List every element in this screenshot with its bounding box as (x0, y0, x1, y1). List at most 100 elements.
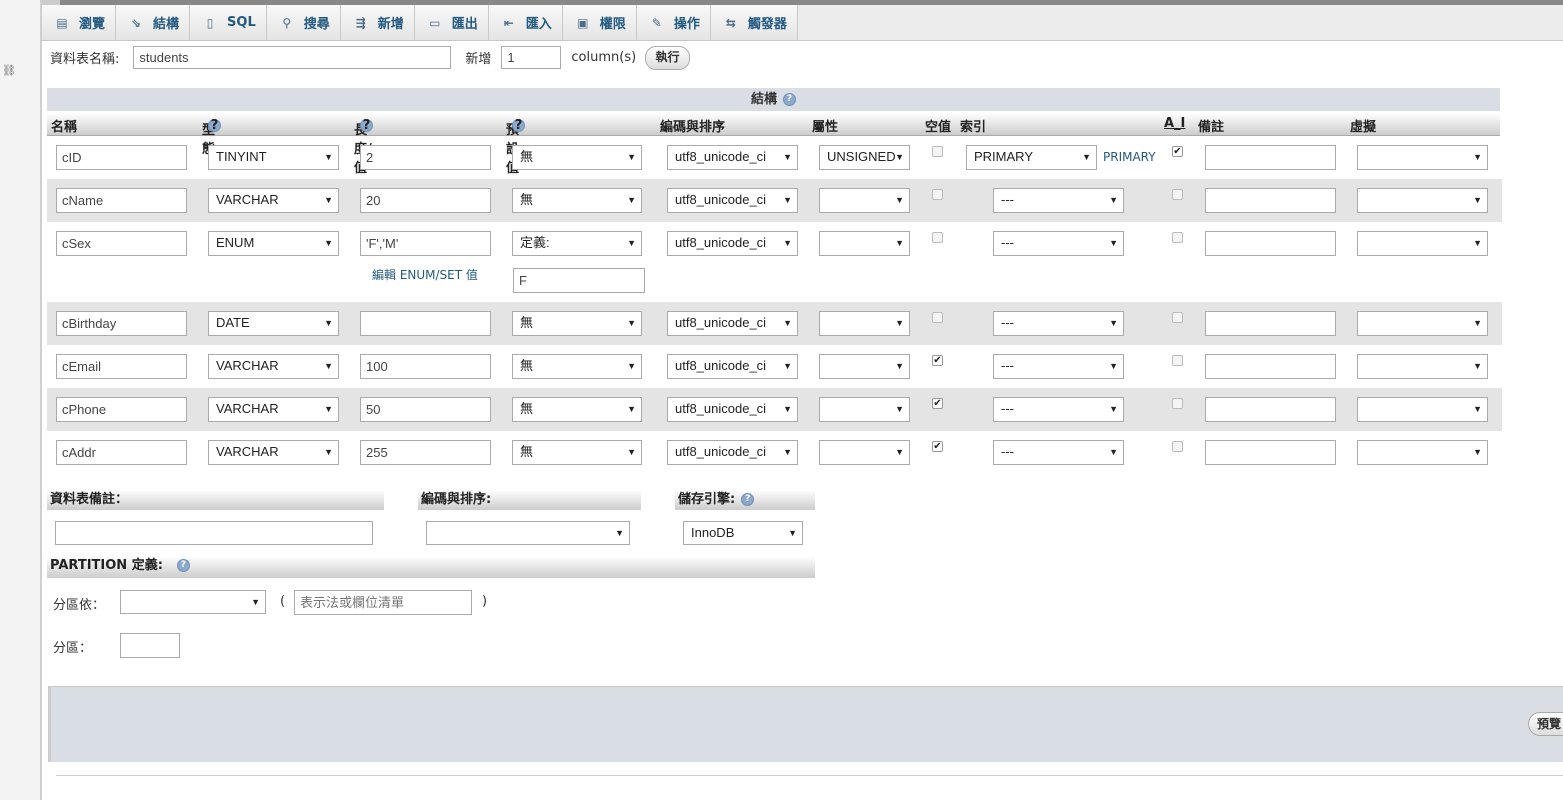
column-name-input[interactable] (56, 354, 187, 379)
column-index-select[interactable]: PRIMARY (966, 145, 1097, 170)
column-type-select[interactable]: VARCHAR (208, 354, 339, 379)
column-index-select[interactable]: --- (993, 231, 1124, 256)
column-comment-input[interactable] (1205, 354, 1336, 379)
column-default-select[interactable]: 無 (512, 311, 642, 336)
column-virtual-select[interactable] (1357, 231, 1488, 256)
column-null-checkbox[interactable] (932, 189, 943, 200)
column-virtual-select[interactable] (1357, 397, 1488, 422)
column-length-input[interactable] (360, 397, 491, 422)
column-comment-input[interactable] (1205, 397, 1336, 422)
table-comment-input[interactable] (55, 521, 373, 545)
column-name-input[interactable] (56, 397, 187, 422)
help-icon[interactable]: ? (208, 119, 221, 132)
column-attributes-select[interactable] (819, 231, 910, 256)
column-collation-select[interactable]: utf8_unicode_ci (667, 311, 798, 336)
column-length-input[interactable] (360, 440, 491, 465)
preview-sql-button[interactable]: 預覽 (1528, 712, 1563, 736)
column-comment-input[interactable] (1205, 145, 1336, 170)
add-columns-count-input[interactable] (501, 46, 562, 69)
tab-export[interactable]: ▭ 匯出 (414, 5, 489, 40)
column-name-input[interactable] (56, 440, 187, 465)
edit-enum-set-link[interactable]: 編輯 ENUM/SET 值 (372, 266, 478, 283)
column-default-select[interactable]: 無 (512, 188, 642, 213)
column-collation-select[interactable]: utf8_unicode_ci (667, 397, 798, 422)
column-collation-select[interactable]: utf8_unicode_ci (667, 188, 798, 213)
column-name-input[interactable] (56, 145, 187, 170)
tab-operations[interactable]: ✎ 操作 (636, 5, 711, 40)
column-null-checkbox[interactable]: ✔ (932, 398, 943, 409)
column-collation-select[interactable]: utf8_unicode_ci (667, 440, 798, 465)
column-length-input[interactable] (360, 188, 491, 213)
tab-import[interactable]: ⇤ 匯入 (488, 5, 563, 40)
tab-sql[interactable]: ▯ SQL (190, 5, 267, 40)
column-virtual-select[interactable] (1357, 188, 1488, 213)
column-type-select[interactable]: VARCHAR (208, 440, 339, 465)
go-button[interactable]: 執行 (645, 46, 690, 70)
column-length-input[interactable] (360, 354, 491, 379)
help-icon[interactable]: ? (783, 93, 796, 106)
column-type-select[interactable]: VARCHAR (208, 188, 339, 213)
column-type-select[interactable]: TINYINT (208, 145, 339, 170)
column-null-checkbox[interactable]: ✔ (932, 355, 943, 366)
column-attributes-select[interactable] (819, 440, 910, 465)
column-comment-input[interactable] (1205, 188, 1336, 213)
column-null-checkbox[interactable] (932, 312, 943, 323)
column-null-checkbox[interactable]: ✔ (932, 441, 943, 452)
column-name-input[interactable] (56, 311, 187, 336)
partition-count-input[interactable] (120, 633, 180, 658)
column-ai-checkbox[interactable] (1172, 441, 1183, 452)
column-default-select[interactable]: 無 (512, 397, 642, 422)
column-collation-select[interactable]: utf8_unicode_ci (667, 354, 798, 379)
column-collation-select[interactable]: utf8_unicode_ci (667, 231, 798, 256)
column-default-select[interactable]: 無 (512, 440, 642, 465)
column-null-checkbox[interactable] (932, 146, 943, 157)
tab-search[interactable]: ⚲ 搜尋 (266, 5, 341, 40)
help-icon[interactable]: ? (741, 493, 755, 506)
tab-structure[interactable]: ⇘ 結構 (116, 5, 191, 40)
column-attributes-select[interactable] (819, 397, 910, 422)
column-type-select[interactable]: VARCHAR (208, 397, 339, 422)
partition-expression-input[interactable] (294, 590, 472, 615)
column-attributes-select[interactable] (819, 311, 910, 336)
column-default-select[interactable]: 無 (512, 354, 642, 379)
column-comment-input[interactable] (1205, 440, 1336, 465)
column-name-input[interactable] (56, 188, 187, 213)
column-index-select[interactable]: --- (993, 188, 1124, 213)
column-ai-checkbox[interactable] (1172, 189, 1183, 200)
help-icon[interactable]: ? (176, 559, 190, 572)
column-default-value-input[interactable] (513, 268, 645, 293)
column-index-select[interactable]: --- (993, 354, 1124, 379)
column-length-input[interactable] (360, 145, 491, 170)
partition-by-select[interactable] (120, 590, 266, 614)
tab-insert[interactable]: ⇶ 新增 (340, 5, 415, 40)
column-null-checkbox[interactable] (932, 232, 943, 243)
column-type-select[interactable]: DATE (208, 311, 339, 336)
column-name-input[interactable] (56, 231, 187, 256)
column-index-select[interactable]: --- (993, 397, 1124, 422)
column-type-select[interactable]: ENUM (208, 231, 339, 256)
column-collation-select[interactable]: utf8_unicode_ci (667, 145, 798, 170)
column-attributes-select[interactable] (819, 188, 910, 213)
column-virtual-select[interactable] (1357, 354, 1488, 379)
column-ai-checkbox[interactable]: ✔ (1172, 146, 1183, 157)
table-collation-select[interactable] (426, 521, 630, 545)
column-ai-checkbox[interactable] (1172, 355, 1183, 366)
column-attributes-select[interactable] (819, 354, 910, 379)
column-length-input[interactable] (360, 231, 491, 256)
link-icon[interactable]: ⛓ (2, 64, 16, 77)
column-index-select[interactable]: --- (993, 440, 1124, 465)
column-length-input[interactable] (360, 311, 491, 336)
column-virtual-select[interactable] (1357, 440, 1488, 465)
storage-engine-select[interactable]: InnoDB (683, 521, 803, 545)
column-attributes-select[interactable]: UNSIGNED (819, 145, 910, 170)
column-default-select[interactable]: 定義: (512, 231, 642, 256)
column-ai-checkbox[interactable] (1172, 312, 1183, 323)
column-comment-input[interactable] (1205, 311, 1336, 336)
column-ai-checkbox[interactable] (1172, 232, 1183, 243)
column-default-select[interactable]: 無 (512, 145, 642, 170)
column-index-select[interactable]: --- (993, 311, 1124, 336)
tab-triggers[interactable]: ⇆ 觸發器 (710, 5, 798, 40)
tab-privileges[interactable]: ▣ 權限 (562, 5, 637, 40)
column-virtual-select[interactable] (1357, 311, 1488, 336)
column-ai-checkbox[interactable] (1172, 398, 1183, 409)
